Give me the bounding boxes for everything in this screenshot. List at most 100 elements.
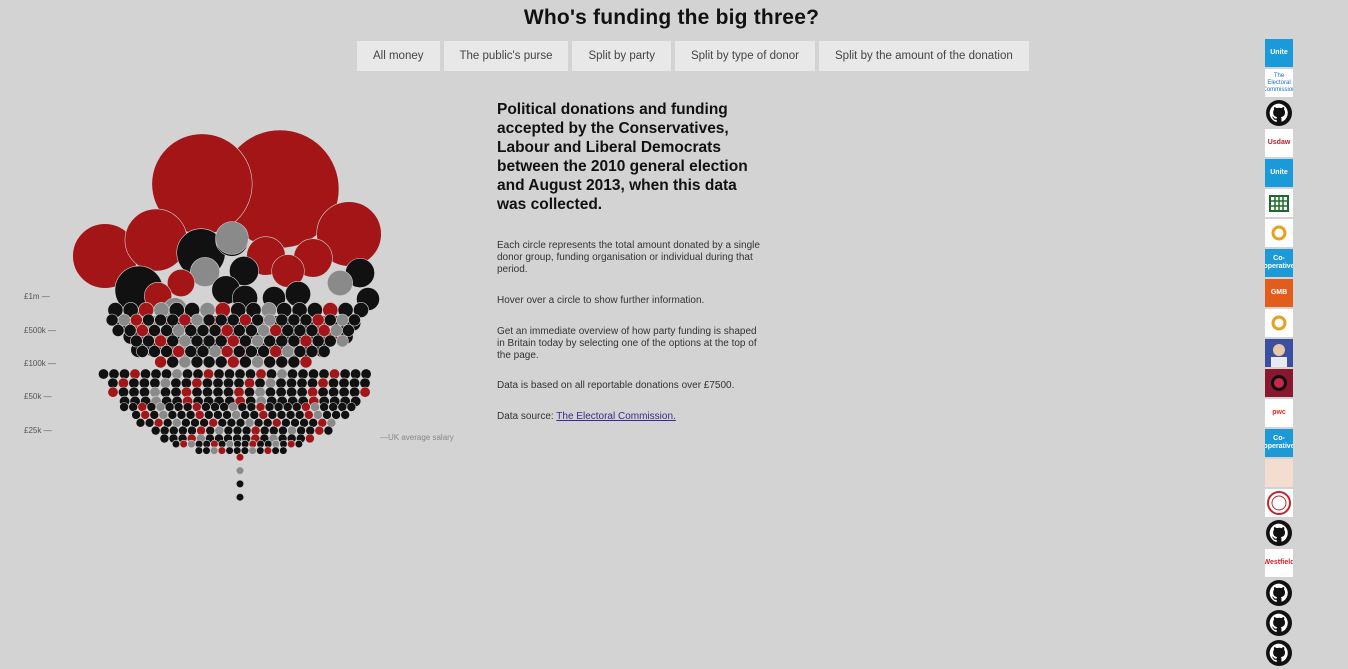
donor-bubble[interactable]: [303, 410, 314, 420]
donor-bubble[interactable]: [190, 355, 204, 369]
donor-bubble[interactable]: [264, 386, 276, 398]
ring-logo[interactable]: [1265, 219, 1293, 247]
donor-bubble[interactable]: [233, 386, 245, 398]
donor-bubble[interactable]: [148, 324, 161, 337]
donor-bubble[interactable]: [227, 334, 240, 348]
donor-bubble[interactable]: [338, 386, 350, 398]
donor-bubble[interactable]: [167, 410, 178, 420]
donor-bubble[interactable]: [248, 446, 257, 455]
github-icon[interactable]: [1265, 519, 1293, 547]
donor-bubble[interactable]: [256, 446, 265, 455]
donor-bubble[interactable]: [328, 368, 340, 380]
donor-bubble[interactable]: [293, 345, 307, 358]
donor-bubble[interactable]: [222, 410, 232, 420]
donor-bubble[interactable]: [275, 313, 289, 327]
github-icon[interactable]: [1265, 99, 1293, 127]
donor-bubble[interactable]: [225, 446, 234, 455]
gmb-logo[interactable]: GMB: [1265, 279, 1293, 307]
donor-bubble[interactable]: [129, 368, 141, 380]
donor-bubble[interactable]: [336, 334, 349, 348]
donor-bubble[interactable]: [190, 313, 204, 327]
donor-bubble[interactable]: [182, 368, 194, 380]
donor-bubble[interactable]: [220, 345, 234, 358]
donor-bubble[interactable]: [245, 324, 258, 337]
seal-logo[interactable]: [1265, 489, 1293, 517]
donor-bubble[interactable]: [305, 433, 315, 444]
donor-bubble[interactable]: [187, 439, 196, 449]
donor-bubble[interactable]: [255, 368, 267, 380]
donor-bubble[interactable]: [340, 410, 351, 420]
donor-bubble[interactable]: [202, 355, 216, 369]
donor-bubble[interactable]: [142, 313, 155, 327]
donor-bubble[interactable]: [286, 368, 298, 380]
donor-bubble[interactable]: [313, 410, 323, 420]
donor-bubble[interactable]: [191, 386, 203, 398]
donor-bubble[interactable]: [336, 313, 349, 327]
donor-bubble[interactable]: [294, 410, 305, 420]
donor-bubble[interactable]: [139, 386, 151, 398]
donor-bubble[interactable]: [231, 410, 241, 420]
donor-bubble[interactable]: [171, 439, 181, 449]
donor-bubble[interactable]: [240, 410, 250, 420]
donor-bubble[interactable]: [210, 446, 219, 455]
donor-bubble[interactable]: [245, 345, 258, 358]
donor-bubble[interactable]: [190, 334, 204, 348]
donor-bubble[interactable]: [233, 324, 246, 337]
donor-bubble[interactable]: [329, 324, 343, 337]
donor-bubble[interactable]: [178, 313, 192, 327]
donor-bubble[interactable]: [233, 345, 246, 358]
donor-bubble[interactable]: [154, 355, 167, 369]
github-icon[interactable]: [1265, 639, 1293, 667]
donor-bubble[interactable]: [150, 368, 162, 380]
donor-bubble[interactable]: [342, 324, 355, 337]
donor-bubble[interactable]: [328, 386, 340, 398]
donor-bubble[interactable]: [317, 324, 331, 337]
donor-bubble[interactable]: [276, 368, 288, 380]
donor-bubble[interactable]: [239, 313, 252, 327]
donor-bubble[interactable]: [359, 386, 371, 398]
donor-bubble[interactable]: [196, 324, 210, 337]
donor-bubble[interactable]: [322, 410, 332, 420]
unite-logo[interactable]: Unite: [1265, 39, 1293, 67]
donor-bubble[interactable]: [245, 368, 257, 380]
donor-bubble[interactable]: [160, 386, 172, 398]
donor-bubble[interactable]: [161, 368, 173, 380]
faint-logo[interactable]: [1265, 459, 1293, 487]
donor-bubble[interactable]: [294, 439, 304, 449]
donor-bubble[interactable]: [128, 386, 140, 398]
donor-bubble[interactable]: [235, 479, 245, 489]
donor-bubble[interactable]: [287, 439, 296, 449]
donor-bubble[interactable]: [136, 324, 149, 337]
split-by-amount-button[interactable]: Split by the amount of the donation: [819, 41, 1029, 71]
pwc-logo[interactable]: pwc: [1265, 399, 1293, 427]
donor-bubble[interactable]: [166, 355, 179, 369]
electoral-commission-link[interactable]: The Electoral Commission.: [556, 411, 675, 422]
crest-logo[interactable]: [1265, 369, 1293, 397]
cooperative-logo[interactable]: Co-operative: [1265, 429, 1293, 457]
donor-bubble[interactable]: [154, 313, 167, 327]
donor-bubble[interactable]: [170, 386, 182, 398]
donor-bubble[interactable]: [160, 324, 173, 337]
donor-bubble[interactable]: [234, 368, 246, 380]
donor-bubble[interactable]: [135, 417, 146, 428]
donor-bubble[interactable]: [235, 453, 245, 462]
donor-bubble[interactable]: [311, 334, 325, 348]
donor-bubble[interactable]: [136, 345, 149, 358]
donor-bubble[interactable]: [212, 386, 224, 398]
donor-bubble[interactable]: [305, 324, 319, 337]
donor-bubble[interactable]: [150, 425, 161, 436]
donor-bubble[interactable]: [257, 345, 270, 358]
donor-bubble[interactable]: [258, 410, 269, 420]
donor-bubble[interactable]: [213, 410, 223, 420]
donor-bubble[interactable]: [240, 446, 249, 455]
donor-bubble[interactable]: [108, 368, 120, 380]
donor-bubble[interactable]: [202, 313, 216, 327]
donor-bubble[interactable]: [276, 410, 287, 420]
donor-bubble[interactable]: [227, 355, 240, 369]
donor-bubble[interactable]: [267, 410, 278, 420]
donor-bubble[interactable]: [287, 355, 301, 369]
donor-bubble[interactable]: [124, 208, 188, 272]
donor-bubble[interactable]: [130, 334, 143, 348]
donor-bubble[interactable]: [296, 386, 308, 398]
donor-bubble[interactable]: [235, 493, 245, 502]
